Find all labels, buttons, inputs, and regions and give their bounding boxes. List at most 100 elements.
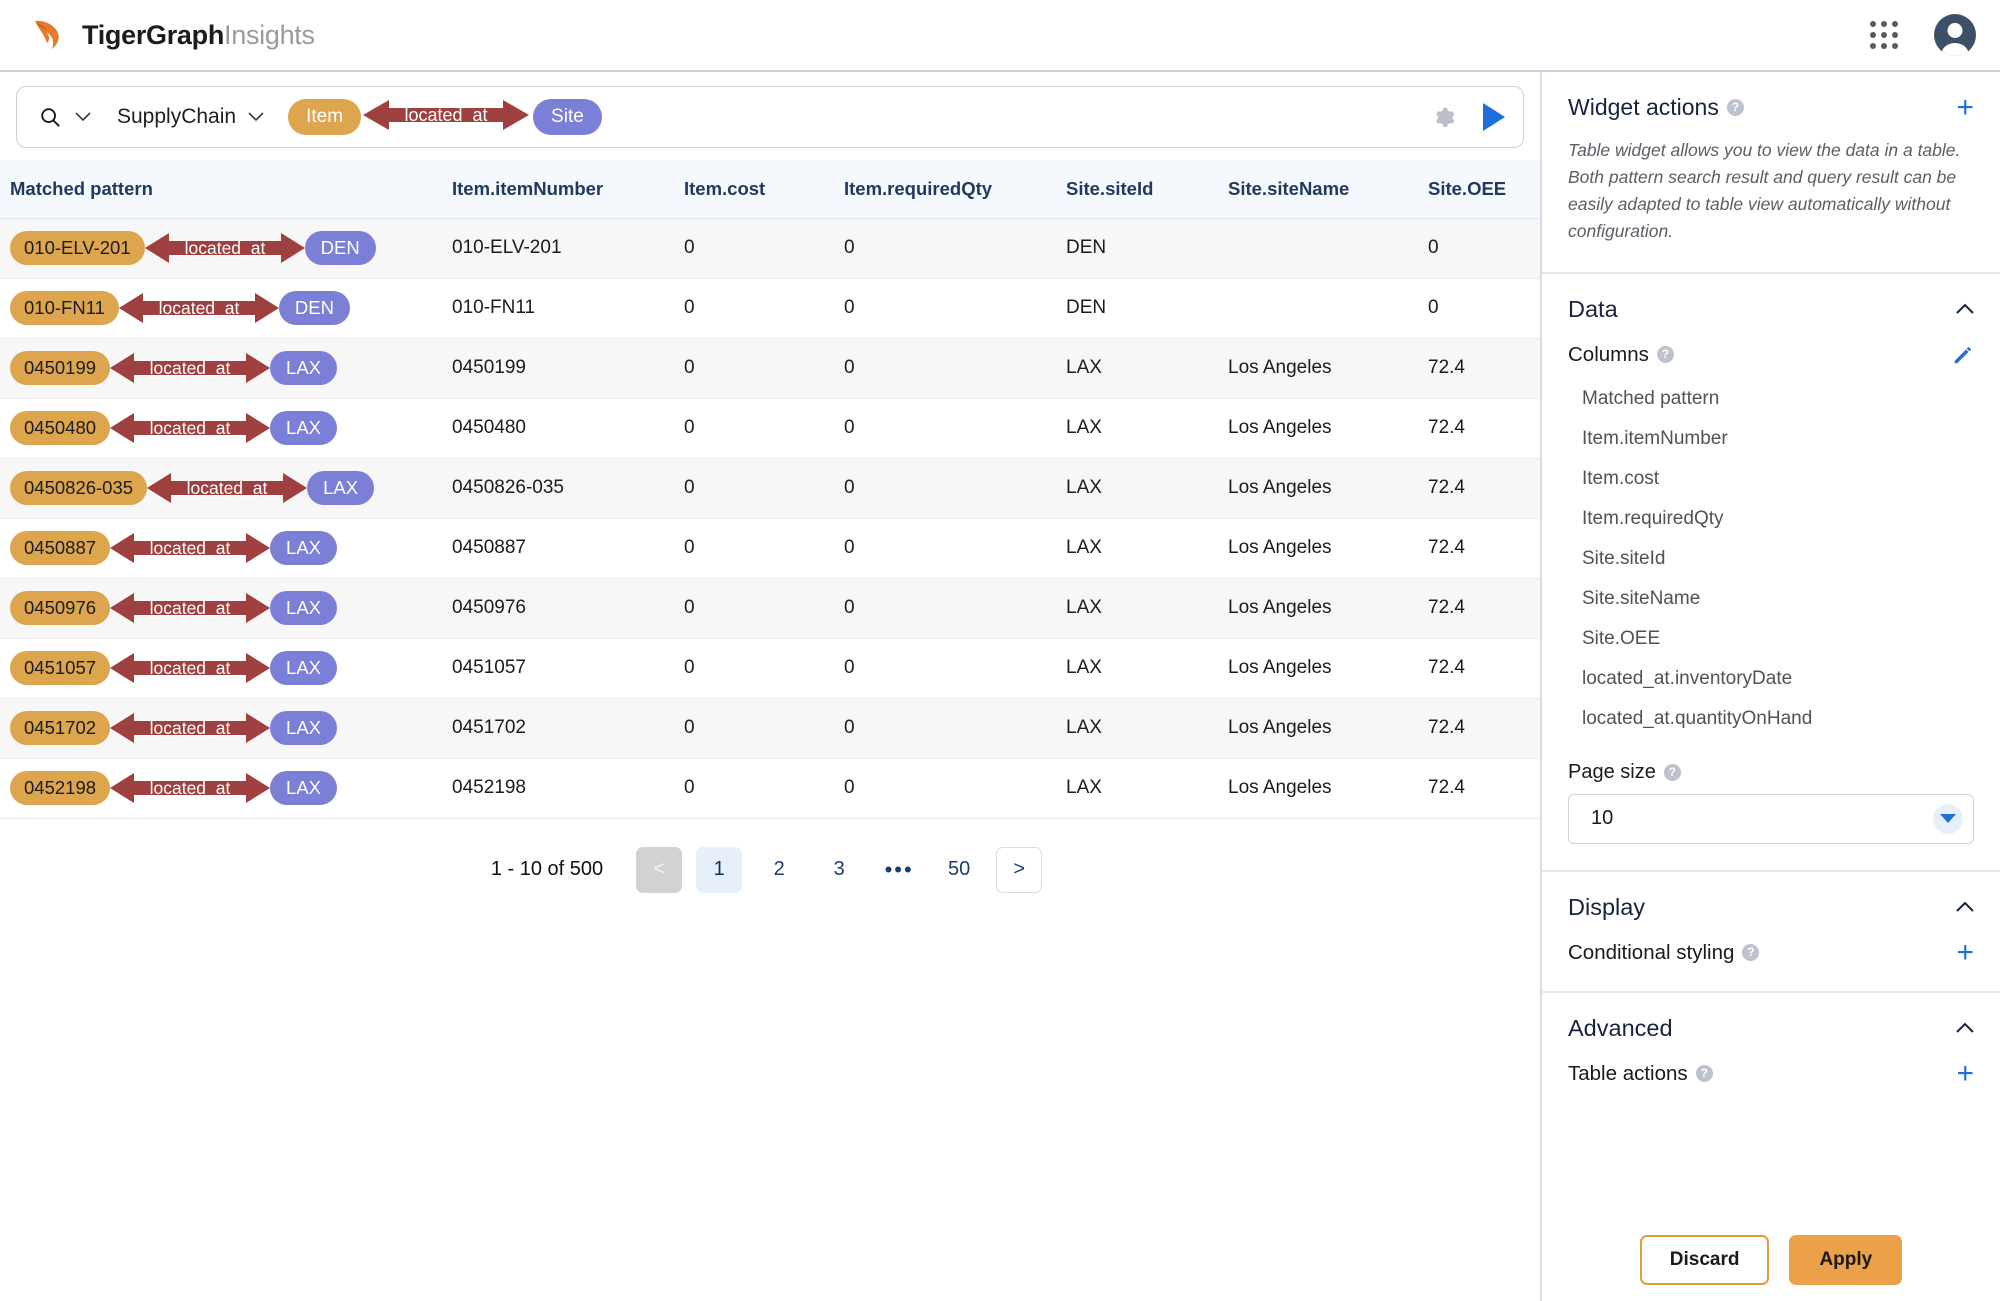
pagination-page-50[interactable]: 50	[936, 847, 982, 893]
pattern-node-item[interactable]: 010-ELV-201	[10, 231, 145, 265]
table-row[interactable]: 0450480located_atLAX045048000LAXLos Ange…	[0, 398, 1540, 458]
graph-chevron-down-icon[interactable]	[248, 112, 264, 122]
column-list-item[interactable]: Item.cost	[1568, 459, 1974, 499]
pattern-node-item[interactable]: 0452198	[10, 771, 110, 805]
magnifier-icon[interactable]	[39, 106, 61, 128]
app-root: TigerGraphInsights	[0, 0, 2000, 1301]
column-header-item-itemnumber[interactable]: Item.itemNumber	[452, 160, 684, 218]
advanced-section-header[interactable]: Advanced	[1568, 1015, 1974, 1042]
pattern-node-site[interactable]: DEN	[279, 291, 350, 325]
table-row[interactable]: 0450199located_atLAX045019900LAXLos Ange…	[0, 338, 1540, 398]
widget-actions-plus-icon[interactable]: +	[1956, 98, 1974, 118]
pagination-ellipsis[interactable]: •••	[876, 847, 922, 893]
table-row[interactable]: 0450826-035located_atLAX0450826-03500LAX…	[0, 458, 1540, 518]
help-circle-icon[interactable]: ?	[1727, 99, 1744, 116]
column-header-item-cost[interactable]: Item.cost	[684, 160, 844, 218]
pattern-edge-arrow[interactable]: located_at	[110, 349, 270, 387]
table-actions-help-circle-icon[interactable]: ?	[1696, 1065, 1713, 1082]
column-list-item[interactable]: located_at.quantityOnHand	[1568, 699, 1974, 739]
pattern-node-site[interactable]: DEN	[305, 231, 376, 265]
gear-icon[interactable]	[1432, 105, 1457, 130]
pattern-node-item[interactable]: 0450480	[10, 411, 110, 445]
page-size-help-circle-icon[interactable]: ?	[1664, 764, 1681, 781]
graph-name-label[interactable]: SupplyChain	[117, 105, 236, 129]
column-header-site-sitename[interactable]: Site.siteName	[1228, 160, 1428, 218]
apps-grid-icon[interactable]	[1870, 21, 1898, 49]
pattern-edge-arrow[interactable]: located_at	[110, 649, 270, 687]
columns-help-circle-icon[interactable]: ?	[1657, 346, 1674, 363]
pattern-edge-arrow[interactable]: located_at	[110, 769, 270, 807]
pattern-edge-arrow[interactable]: located_at	[145, 229, 305, 267]
pencil-icon[interactable]	[1952, 344, 1974, 366]
conditional-styling-label: Conditional styling	[1568, 941, 1734, 965]
column-list-item[interactable]: located_at.inventoryDate	[1568, 659, 1974, 699]
pattern-node-item[interactable]: 0451057	[10, 651, 110, 685]
pattern-node-site[interactable]: LAX	[270, 411, 337, 445]
pattern-target-node[interactable]: Site	[533, 99, 602, 135]
pagination-page-2[interactable]: 2	[756, 847, 802, 893]
table-row[interactable]: 0450887located_atLAX045088700LAXLos Ange…	[0, 518, 1540, 578]
pagination-prev-button[interactable]: <	[636, 847, 682, 893]
pattern-source-node[interactable]: Item	[288, 99, 361, 135]
pattern-edge-arrow[interactable]: located_at	[147, 469, 307, 507]
column-list-item[interactable]: Item.requiredQty	[1568, 499, 1974, 539]
pattern-node-item[interactable]: 0450976	[10, 591, 110, 625]
pagination-next-button[interactable]: >	[996, 847, 1042, 893]
display-section-header[interactable]: Display	[1568, 894, 1974, 921]
pattern-edge-arrow[interactable]: located_at	[110, 409, 270, 447]
pattern-node-item[interactable]: 0450826-035	[10, 471, 147, 505]
pagination-page-1[interactable]: 1	[696, 847, 742, 893]
column-list-item[interactable]: Site.OEE	[1568, 619, 1974, 659]
pagination-page-3[interactable]: 3	[816, 847, 862, 893]
search-mode-chevron-down-icon[interactable]	[75, 112, 91, 122]
discard-button[interactable]: Discard	[1640, 1235, 1770, 1285]
pattern-edge-arrow[interactable]: located_at	[110, 529, 270, 567]
pattern-node-site[interactable]: LAX	[270, 771, 337, 805]
column-list-item[interactable]: Matched pattern	[1568, 379, 1974, 419]
column-list-item[interactable]: Item.itemNumber	[1568, 419, 1974, 459]
column-header-site-oee[interactable]: Site.OEE	[1428, 160, 1540, 218]
table-row[interactable]: 010-ELV-201located_atDEN010-ELV-20100DEN…	[0, 218, 1540, 278]
cell-site-sitename: Los Angeles	[1228, 338, 1428, 398]
column-header-matched-pattern[interactable]: Matched pattern	[0, 160, 452, 218]
pattern-node-site[interactable]: LAX	[270, 591, 337, 625]
user-avatar-icon[interactable]	[1934, 14, 1976, 56]
apply-button[interactable]: Apply	[1789, 1235, 1902, 1285]
pattern-edge-arrow[interactable]: located_at	[110, 589, 270, 627]
conditional-styling-plus-icon[interactable]: +	[1956, 943, 1974, 963]
conditional-styling-help-circle-icon[interactable]: ?	[1742, 944, 1759, 961]
page-size-chevron-down-icon[interactable]	[1933, 804, 1963, 834]
display-chevron-up-icon[interactable]	[1956, 898, 1974, 916]
table-row[interactable]: 0451702located_atLAX045170200LAXLos Ange…	[0, 698, 1540, 758]
double-arrow-icon: located_at	[110, 649, 270, 687]
table-row[interactable]: 0452198located_atLAX045219800LAXLos Ange…	[0, 758, 1540, 818]
pattern-edge-arrow[interactable]: located_at	[110, 709, 270, 747]
table-row[interactable]: 010-FN11located_atDEN010-FN1100DEN0	[0, 278, 1540, 338]
column-header-item-requiredqty[interactable]: Item.requiredQty	[844, 160, 1066, 218]
table-row[interactable]: 0450976located_atLAX045097600LAXLos Ange…	[0, 578, 1540, 638]
run-query-play-icon[interactable]	[1483, 103, 1505, 131]
page-size-select[interactable]: 10	[1568, 794, 1974, 844]
pattern-node-site[interactable]: LAX	[307, 471, 374, 505]
pattern-node-item[interactable]: 0450199	[10, 351, 110, 385]
column-list-item[interactable]: Site.siteName	[1568, 579, 1974, 619]
pattern-node-site[interactable]: LAX	[270, 711, 337, 745]
data-section-header[interactable]: Data	[1568, 296, 1974, 323]
data-chevron-up-icon[interactable]	[1956, 300, 1974, 318]
pattern-node-site[interactable]: LAX	[270, 651, 337, 685]
pattern-node-site[interactable]: LAX	[270, 351, 337, 385]
table-row[interactable]: 0451057located_atLAX045105700LAXLos Ange…	[0, 638, 1540, 698]
pattern-search-bar[interactable]: SupplyChain Item located_at Site	[16, 86, 1524, 148]
advanced-chevron-up-icon[interactable]	[1956, 1019, 1974, 1037]
pattern-edge-arrow[interactable]: located_at	[363, 95, 529, 140]
pattern-node-site[interactable]: LAX	[270, 531, 337, 565]
column-header-site-siteid[interactable]: Site.siteId	[1066, 160, 1228, 218]
brand-logo-group[interactable]: TigerGraphInsights	[28, 15, 315, 55]
pattern-node-item[interactable]: 0451702	[10, 711, 110, 745]
cell-matched-pattern: 010-FN11located_atDEN	[0, 278, 452, 338]
pattern-node-item[interactable]: 0450887	[10, 531, 110, 565]
pattern-edge-arrow[interactable]: located_at	[119, 289, 279, 327]
pattern-node-item[interactable]: 010-FN11	[10, 291, 119, 325]
table-actions-plus-icon[interactable]: +	[1956, 1064, 1974, 1084]
column-list-item[interactable]: Site.siteId	[1568, 539, 1974, 579]
